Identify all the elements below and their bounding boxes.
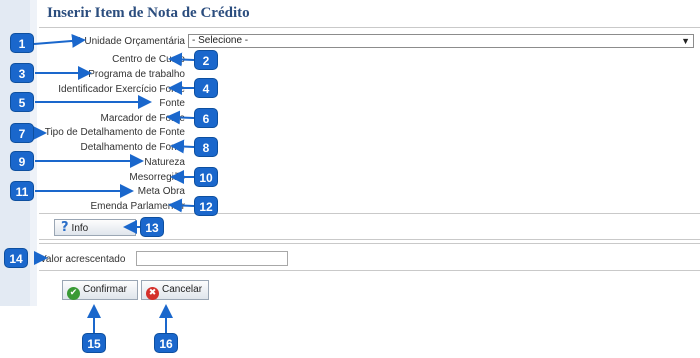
label-natureza: Natureza: [144, 157, 185, 168]
label-meta-obra: Meta Obra: [137, 186, 185, 197]
label-unidade-orcamentaria: * Unidade Orçamentária: [78, 36, 185, 47]
callout-badge-3: 3: [10, 63, 34, 83]
callout-badge-10: 10: [194, 167, 218, 187]
label-marcador-de-fonte: Marcador de Fonte: [100, 113, 186, 124]
info-divider-top: [39, 239, 700, 240]
callout-badge-5: 5: [10, 92, 34, 112]
callout-badge-7: 7: [10, 123, 34, 143]
callout-badge-14: 14: [4, 248, 28, 268]
info-divider-bottom: [39, 243, 700, 244]
callout-badge-13: 13: [140, 217, 164, 237]
select-value: - Selecione -: [192, 35, 249, 46]
label-mesorregiao: Mesorregião: [129, 172, 185, 183]
label-detalhamento-de-fonte: Detalhamento de Fonte: [80, 142, 185, 153]
callout-badge-1: 1: [10, 33, 34, 53]
valor-acrescentado-input[interactable]: [136, 251, 288, 266]
label-fonte: Fonte: [159, 98, 185, 109]
callout-badge-16: 16: [154, 333, 178, 353]
check-icon: ✔: [67, 287, 80, 300]
callout-badge-11: 11: [10, 181, 34, 201]
label-unidade-text: Unidade Orçamentária: [84, 36, 185, 47]
confirm-button-label: Confirmar: [83, 284, 127, 295]
callout-badge-6: 6: [194, 108, 218, 128]
value-divider: [39, 270, 700, 271]
callout-badge-9: 9: [10, 151, 34, 171]
info-button[interactable]: ? Info: [54, 219, 136, 236]
unidade-orcamentaria-select[interactable]: - Selecione - ▼: [188, 34, 694, 48]
callout-badge-4: 4: [194, 78, 218, 98]
callout-badge-8: 8: [194, 137, 218, 157]
cancel-button[interactable]: ✖ Cancelar: [141, 280, 209, 300]
callout-badge-12: 12: [194, 196, 218, 216]
label-tipo-de-detalhamento-de-fonte: Tipo de Detalhamento de Fonte: [44, 127, 185, 138]
title-divider: [39, 27, 700, 28]
confirm-button[interactable]: ✔ Confirmar: [62, 280, 138, 300]
chevron-down-icon: ▼: [681, 36, 690, 46]
required-mark: *: [77, 36, 82, 47]
cancel-button-label: Cancelar: [162, 284, 203, 295]
callout-badge-15: 15: [82, 333, 106, 353]
help-icon: ?: [61, 220, 69, 235]
label-programa-de-trabalho: Programa de trabalho: [88, 69, 185, 80]
info-button-label: Info: [71, 223, 89, 234]
label-identificador-exercicio-fonte: Identificador Exercício Fonte: [58, 84, 185, 95]
callout-arrows: [33, 33, 195, 333]
close-icon: ✖: [146, 287, 159, 300]
form-title: Inserir Item de Nota de Crédito: [47, 5, 250, 21]
label-centro-de-custo: Centro de Custo: [112, 54, 185, 65]
callout-badge-2: 2: [194, 50, 218, 70]
label-emenda-parlamentar: Emenda Parlamentar: [90, 201, 186, 212]
label-valor-acrescentado: Valor acrescentado: [40, 254, 126, 265]
fields-divider: [39, 213, 700, 214]
